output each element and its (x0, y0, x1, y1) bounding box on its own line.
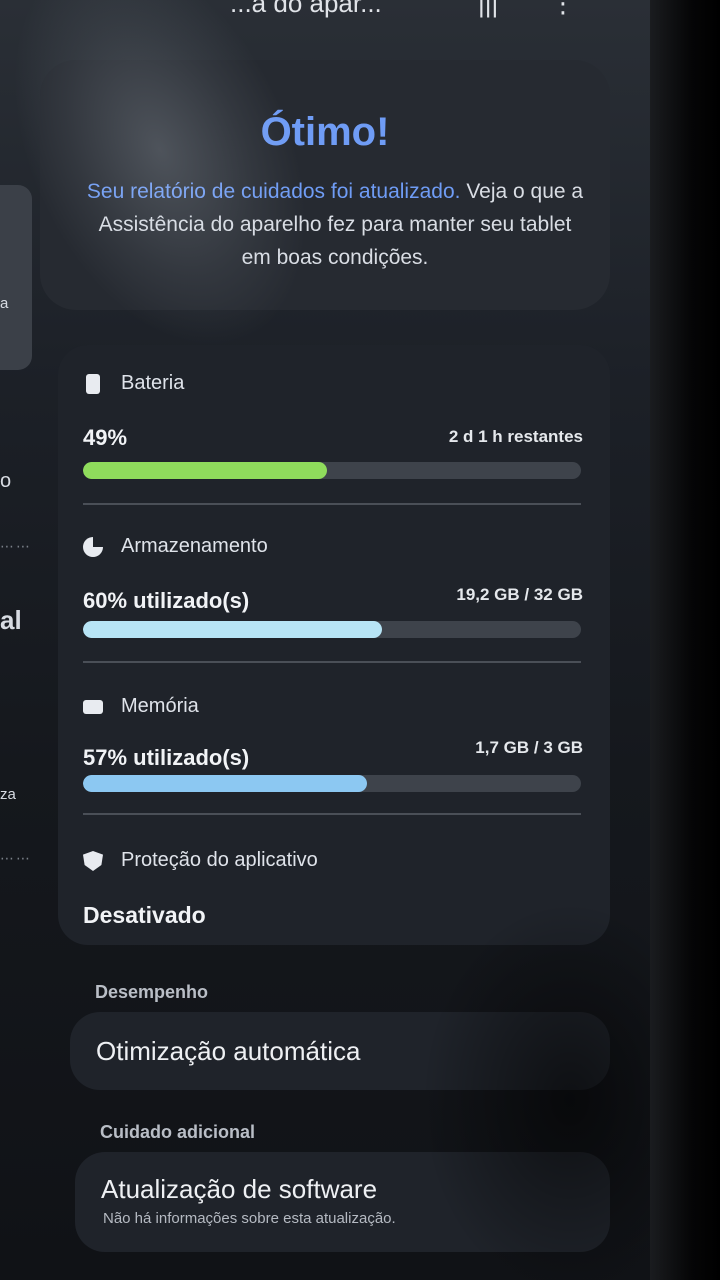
auto-optimization-title: Otimização automática (96, 1036, 361, 1066)
memory-bar (83, 775, 581, 792)
memory-label: Memória (121, 695, 199, 717)
storage-section[interactable]: Armazenamento 60% utilizado(s) 19,2 GB /… (83, 533, 583, 673)
sidebar-label-fragment: za (0, 786, 16, 803)
sidebar-selected-item[interactable] (0, 185, 32, 370)
page-title: ...a do apar... (230, 0, 382, 18)
divider (83, 503, 581, 505)
top-app-bar: ...a do apar... ||| ⋮ (200, 0, 620, 18)
battery-bar (83, 462, 581, 479)
software-update-subtitle: Não há informações sobre esta atualizaçã… (103, 1210, 396, 1227)
sidebar-label-fragment: a (0, 295, 9, 312)
battery-percent: 49% (83, 425, 128, 450)
report-icon[interactable]: ||| (478, 0, 498, 19)
battery-bar-fill (83, 462, 328, 479)
memory-chip-icon (83, 700, 103, 714)
status-title: Ótimo! (260, 110, 390, 154)
memory-section[interactable]: Memória 57% utilizado(s) 1,7 GB / 3 GB (83, 693, 583, 833)
battery-remaining: 2 d 1 h restantes (448, 427, 583, 446)
status-card: Ótimo! Seu relatório de cuidados foi atu… (40, 60, 610, 310)
memory-used: 57% utilizado(s) (83, 745, 250, 770)
storage-bar-fill (83, 621, 382, 638)
storage-used: 60% utilizado(s) (83, 588, 250, 613)
more-options-icon[interactable]: ⋮ (550, 0, 576, 19)
sidebar-divider: ⋯⋯ (0, 850, 32, 866)
auto-optimization-item[interactable]: Otimização automática (70, 1012, 610, 1090)
memory-bar-fill (83, 775, 367, 792)
app-protection-section[interactable]: Proteção do aplicativo Desativado (83, 847, 583, 937)
memory-capacity: 1,7 GB / 3 GB (475, 738, 583, 757)
storage-capacity: 19,2 GB / 32 GB (456, 585, 583, 604)
battery-label: Bateria (121, 372, 185, 394)
performance-category-label: Desempenho (95, 982, 209, 1002)
screen: a o ⋯⋯ al za ⋯⋯ ...a do apar... ||| ⋮ Ót… (0, 0, 650, 1280)
shield-icon (83, 851, 103, 871)
care-report-link[interactable]: Seu relatório de cuidados foi atualizado… (87, 180, 461, 203)
software-update-item[interactable]: Atualização de software Não há informaçõ… (75, 1152, 610, 1252)
sidebar-label-fragment: o (0, 470, 12, 492)
software-update-title: Atualização de software (101, 1174, 378, 1204)
storage-pie-icon (83, 537, 103, 557)
divider (83, 661, 581, 663)
additional-care-category-label: Cuidado adicional (100, 1122, 256, 1142)
sidebar-divider: ⋯⋯ (0, 538, 32, 554)
storage-label: Armazenamento (121, 535, 268, 557)
sidebar-label-fragment: al (0, 605, 22, 635)
device-bezel (650, 0, 720, 1280)
app-protection-status: Desativado (83, 902, 206, 928)
resources-card: Bateria 49% 2 d 1 h restantes Armazename… (58, 345, 610, 945)
status-description: Seu relatório de cuidados foi atualizado… (85, 175, 585, 274)
divider (83, 813, 581, 815)
sidebar: a o ⋯⋯ al za ⋯⋯ (0, 0, 40, 1280)
battery-section[interactable]: Bateria 49% 2 d 1 h restantes (83, 370, 583, 510)
app-protection-label: Proteção do aplicativo (121, 849, 318, 871)
battery-icon (86, 374, 100, 394)
storage-bar (83, 621, 581, 638)
